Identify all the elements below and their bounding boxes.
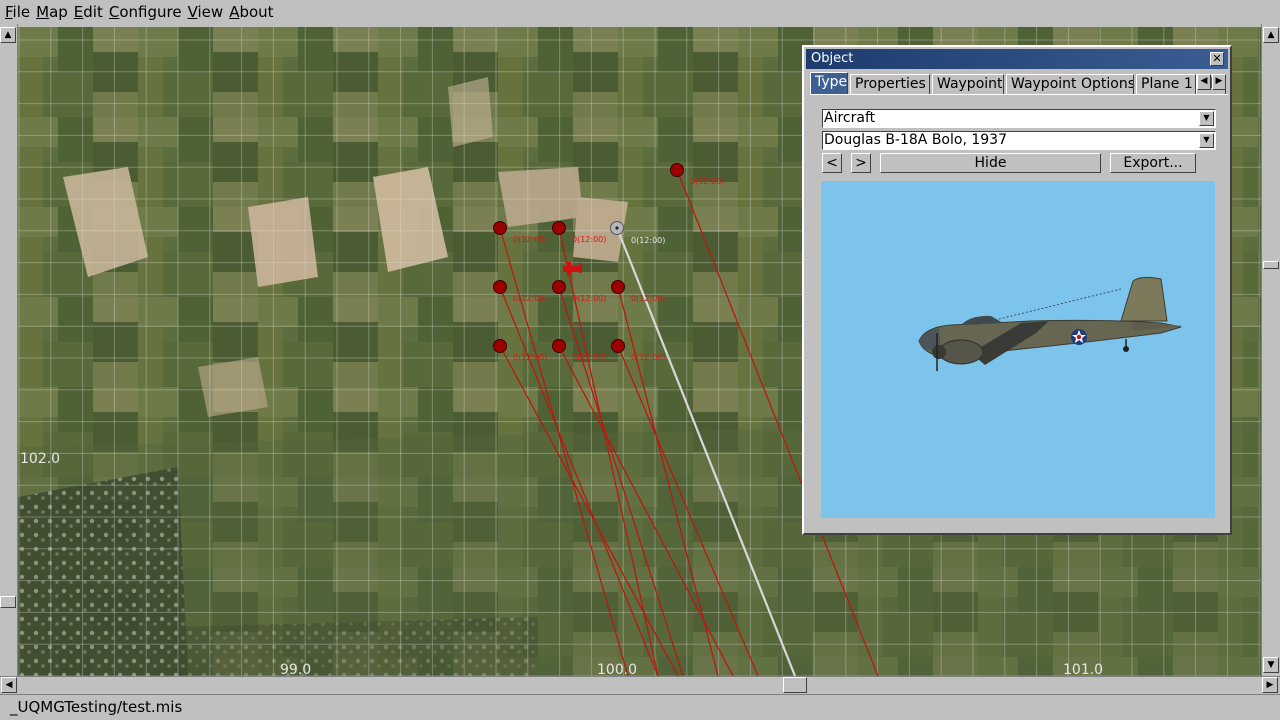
aircraft-model-select[interactable]: Douglas B-18A Bolo, 1937 ▼ [822,131,1216,150]
waypoint-label: 0(12:00) [631,294,665,303]
menu-view[interactable]: View [187,0,229,24]
export-button[interactable]: Export... [1110,153,1196,173]
left-vertical-scrollbar[interactable]: ▲ [0,24,18,676]
waypoint-marker[interactable] [552,280,566,294]
scroll-right-icon[interactable]: ▶ [1262,677,1278,693]
selected-waypoint-label: 0(12:00) [631,236,665,245]
horizontal-scroll-thumb[interactable] [783,677,807,693]
tab-waypoint[interactable]: Waypoint [932,74,1004,94]
previous-button[interactable]: < [822,153,842,173]
dialog-title: Object [811,51,854,66]
tab-scroll-right-icon[interactable]: ▶ [1212,74,1226,90]
status-bar: _UQMGTesting/test.mis [0,694,1280,720]
waypoint-marker[interactable] [493,280,507,294]
hide-button[interactable]: Hide [880,153,1101,173]
menu-map[interactable]: Map [35,0,73,24]
menu-edit[interactable]: Edit [73,0,108,24]
right-vertical-scrollbar[interactable]: ▲ ▼ [1261,24,1280,676]
status-file-path: _UQMGTesting/test.mis [10,698,183,716]
menu-bar: File Map Edit Configure View About [0,0,1280,24]
dialog-tabs: Type Properties Waypoint Waypoint Option… [810,72,1228,95]
grid-label-x-101: 101.0 [1063,662,1103,676]
grid-label-y-102: 102.0 [20,451,60,467]
waypoint-label: 0(12:00) [513,235,547,244]
menu-file[interactable]: File [4,0,35,24]
scroll-up-icon[interactable]: ▲ [0,27,16,43]
waypoint-marker[interactable] [493,339,507,353]
menu-about[interactable]: About [228,0,278,24]
waypoint-marker[interactable] [552,221,566,235]
grid-label-x-100: 100.0 [597,662,637,676]
horizontal-scrollbar[interactable]: ◀ ▶ [0,676,1280,694]
scroll-up-icon[interactable]: ▲ [1263,27,1279,43]
waypoint-marker[interactable] [611,280,625,294]
dialog-title-bar[interactable]: Object ✕ [806,49,1228,69]
tab-plane-1[interactable]: Plane 1 [1136,74,1196,94]
object-type-value: Aircraft [824,110,876,126]
waypoint-label: 0(12:00) [513,294,547,303]
waypoint-label: 0(12:00) [572,294,606,303]
object-type-select[interactable]: Aircraft ▼ [822,109,1216,128]
waypoint-label: 0(12:00) [572,235,606,244]
waypoint-label: 0(12:00) [513,353,547,362]
bomber-aircraft-image [918,276,1183,371]
left-scroll-thumb[interactable] [0,596,16,608]
next-button[interactable]: > [851,153,871,173]
tab-type[interactable]: Type [810,72,848,95]
right-scroll-thumb[interactable] [1263,261,1279,269]
aircraft-model-value: Douglas B-18A Bolo, 1937 [824,132,1007,148]
object-dialog: Object ✕ Type Properties Waypoint Waypoi… [802,45,1232,535]
waypoint-label: 0(12:00) [572,353,606,362]
scroll-left-icon[interactable]: ◀ [1,677,17,693]
chevron-down-icon[interactable]: ▼ [1199,111,1214,126]
chevron-down-icon[interactable]: ▼ [1199,133,1214,148]
tab-waypoint-options[interactable]: Waypoint Options [1006,74,1134,94]
grid-label-x-99: 99.0 [280,662,311,676]
waypoint-label: 0(12:00) [631,353,665,362]
scroll-down-icon[interactable]: ▼ [1263,657,1279,673]
tab-properties[interactable]: Properties [850,74,930,94]
waypoint-marker[interactable] [493,221,507,235]
waypoint-label: 0(12:00) [690,177,724,186]
aircraft-preview [821,181,1215,518]
close-icon[interactable]: ✕ [1210,52,1224,66]
waypoint-marker[interactable] [611,339,625,353]
menu-configure[interactable]: Configure [108,0,187,24]
tab-scroll-left-icon[interactable]: ◀ [1197,74,1211,90]
waypoint-marker[interactable] [552,339,566,353]
waypoint-marker[interactable] [670,163,684,177]
